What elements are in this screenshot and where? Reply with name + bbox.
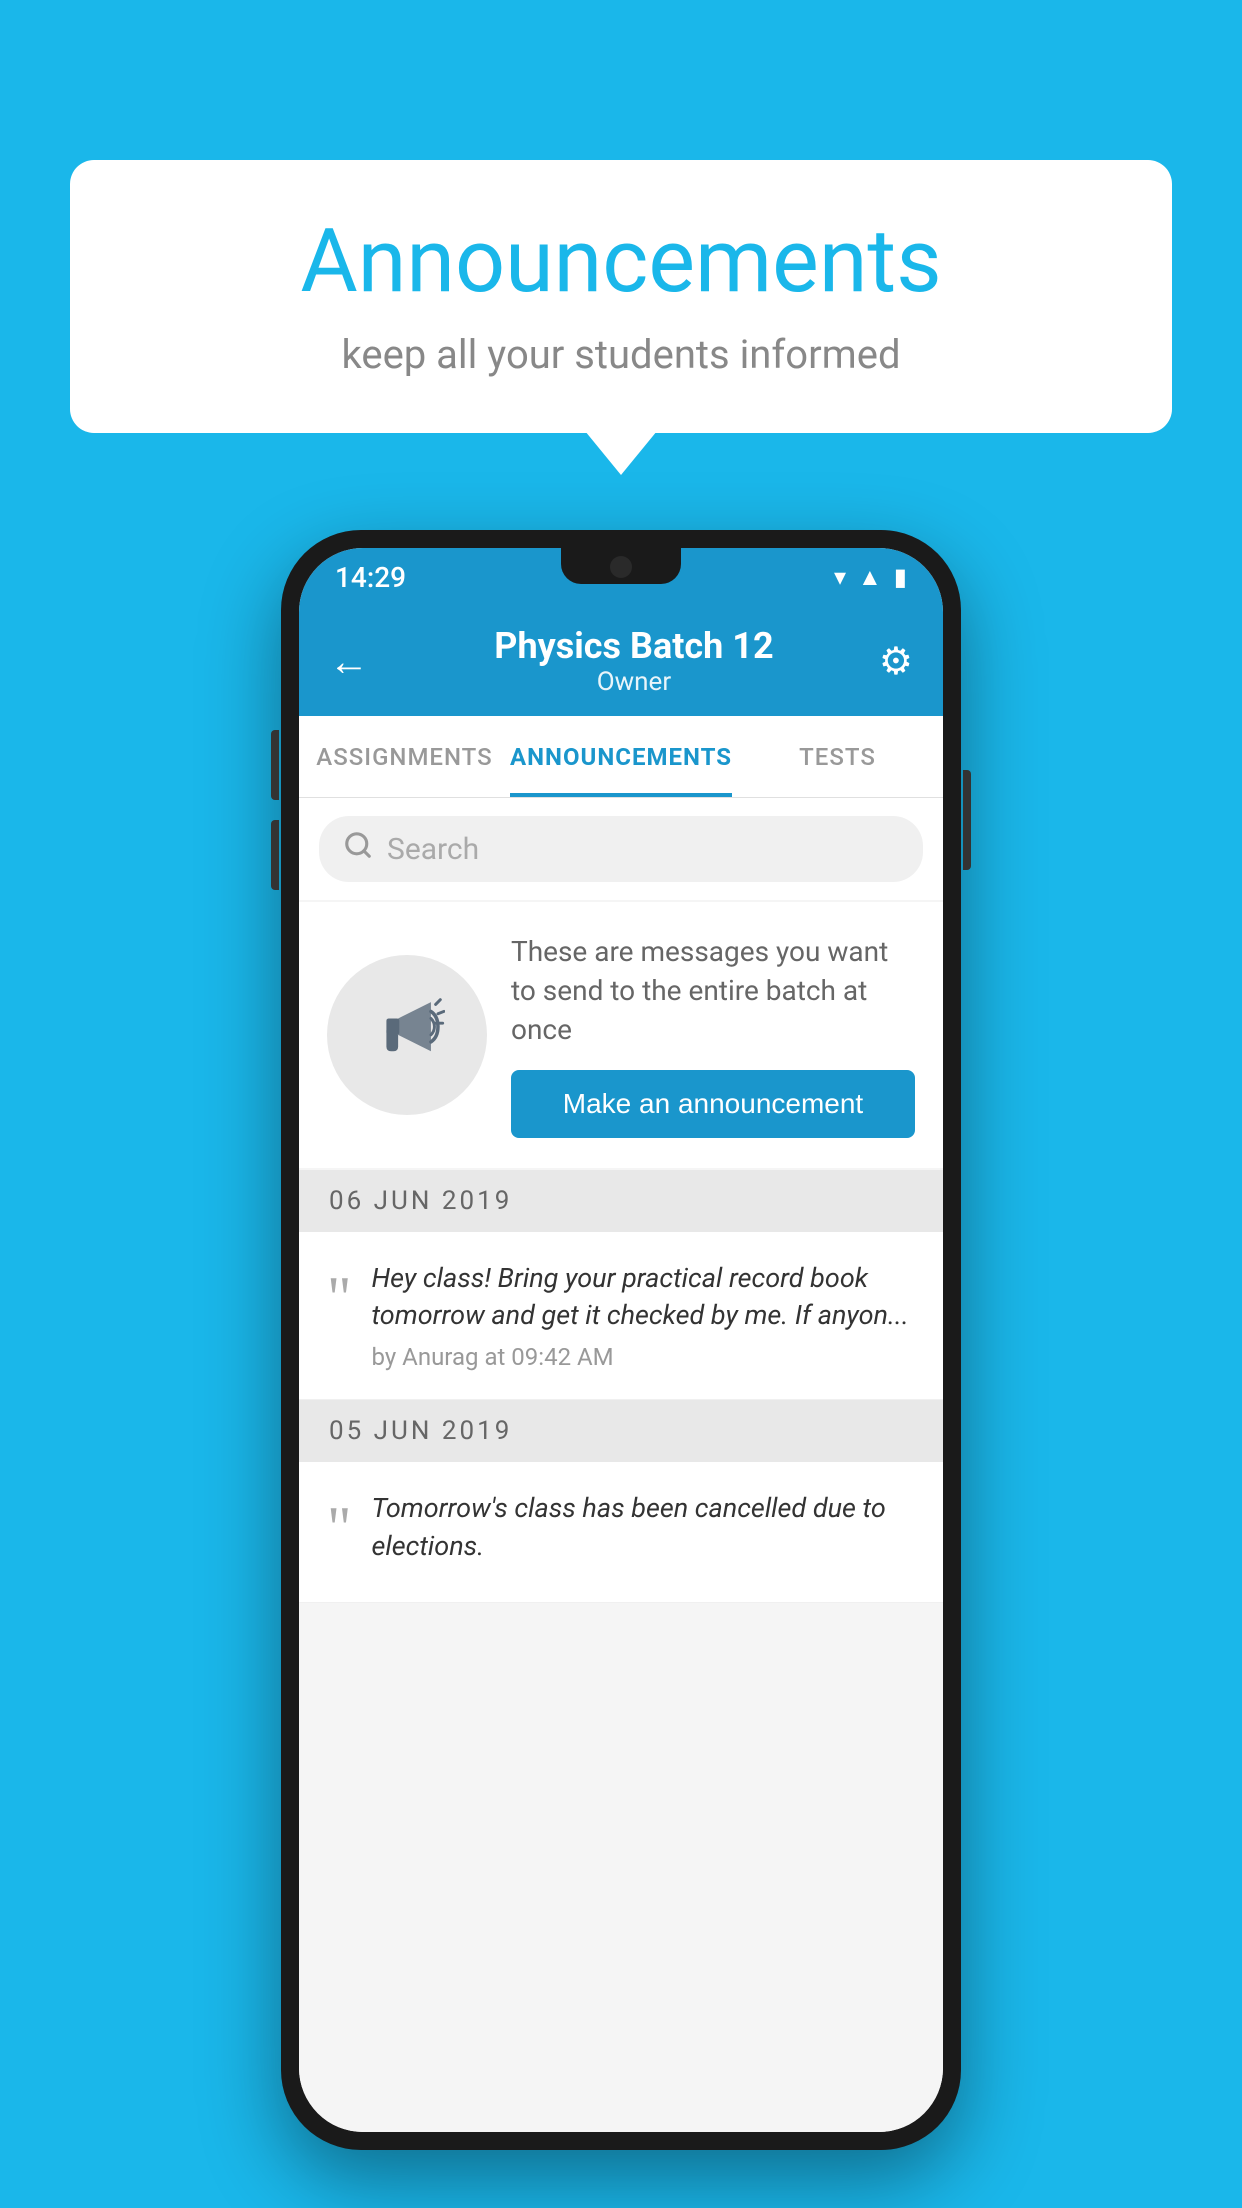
bubble-subtitle: keep all your students informed (130, 331, 1112, 378)
quote-icon-1: " (327, 1268, 352, 1328)
intro-right: These are messages you want to send to t… (511, 932, 915, 1138)
speech-bubble-container: Announcements keep all your students inf… (70, 160, 1172, 433)
date-separator-1: 06 JUN 2019 (299, 1170, 943, 1232)
quote-icon-2: " (327, 1498, 352, 1558)
speech-bubble: Announcements keep all your students inf… (70, 160, 1172, 433)
make-announcement-button[interactable]: Make an announcement (511, 1070, 915, 1138)
power-button (963, 770, 971, 870)
signal-icon: ▲ (858, 563, 882, 592)
tab-tests[interactable]: TESTS (732, 716, 943, 797)
header-title: Physics Batch 12 (494, 625, 773, 667)
back-button[interactable]: ← (329, 638, 389, 685)
search-bar[interactable]: Search (319, 816, 923, 882)
header-subtitle: Owner (494, 667, 773, 697)
gear-icon[interactable]: ⚙ (879, 639, 913, 684)
volume-up-button (271, 730, 279, 800)
announcement-meta-1: by Anurag at 09:42 AM (372, 1343, 916, 1371)
announcement-text-2: Tomorrow's class has been cancelled due … (372, 1490, 916, 1566)
volume-down-button (271, 820, 279, 890)
announcement-intro-card: These are messages you want to send to t… (299, 902, 943, 1168)
date-separator-2: 05 JUN 2019 (299, 1400, 943, 1462)
announcement-content-2: Tomorrow's class has been cancelled due … (372, 1490, 916, 1574)
wifi-icon: ▾ (834, 563, 846, 591)
search-container: Search (299, 798, 943, 900)
phone-screen: 14:29 ▾ ▲ ▮ ← Physics Batch 12 Owner ⚙ (299, 548, 943, 2132)
content-area: Search (299, 798, 943, 2132)
tab-assignments[interactable]: ASSIGNMENTS (299, 716, 510, 797)
tabs-bar: ASSIGNMENTS ANNOUNCEMENTS TESTS (299, 716, 943, 798)
tab-announcements[interactable]: ANNOUNCEMENTS (510, 716, 732, 797)
phone-wrapper: 14:29 ▾ ▲ ▮ ← Physics Batch 12 Owner ⚙ (70, 530, 1172, 2150)
battery-icon: ▮ (894, 563, 907, 591)
megaphone-circle (327, 955, 487, 1115)
header-center: Physics Batch 12 Owner (494, 625, 773, 697)
app-header: ← Physics Batch 12 Owner ⚙ (299, 606, 943, 716)
phone-camera (610, 556, 632, 578)
search-icon (343, 830, 373, 868)
phone-device: 14:29 ▾ ▲ ▮ ← Physics Batch 12 Owner ⚙ (281, 530, 961, 2150)
announcement-item-1[interactable]: " Hey class! Bring your practical record… (299, 1232, 943, 1401)
megaphone-icon (370, 988, 445, 1081)
status-time: 14:29 (335, 561, 406, 594)
bubble-title: Announcements (130, 210, 1112, 313)
intro-description: These are messages you want to send to t… (511, 932, 915, 1050)
search-placeholder: Search (387, 832, 479, 867)
announcement-content-1: Hey class! Bring your practical record b… (372, 1260, 916, 1372)
status-icons: ▾ ▲ ▮ (834, 563, 907, 592)
phone-notch (561, 548, 681, 584)
announcement-text-1: Hey class! Bring your practical record b… (372, 1260, 916, 1336)
announcement-item-2[interactable]: " Tomorrow's class has been cancelled du… (299, 1462, 943, 1603)
